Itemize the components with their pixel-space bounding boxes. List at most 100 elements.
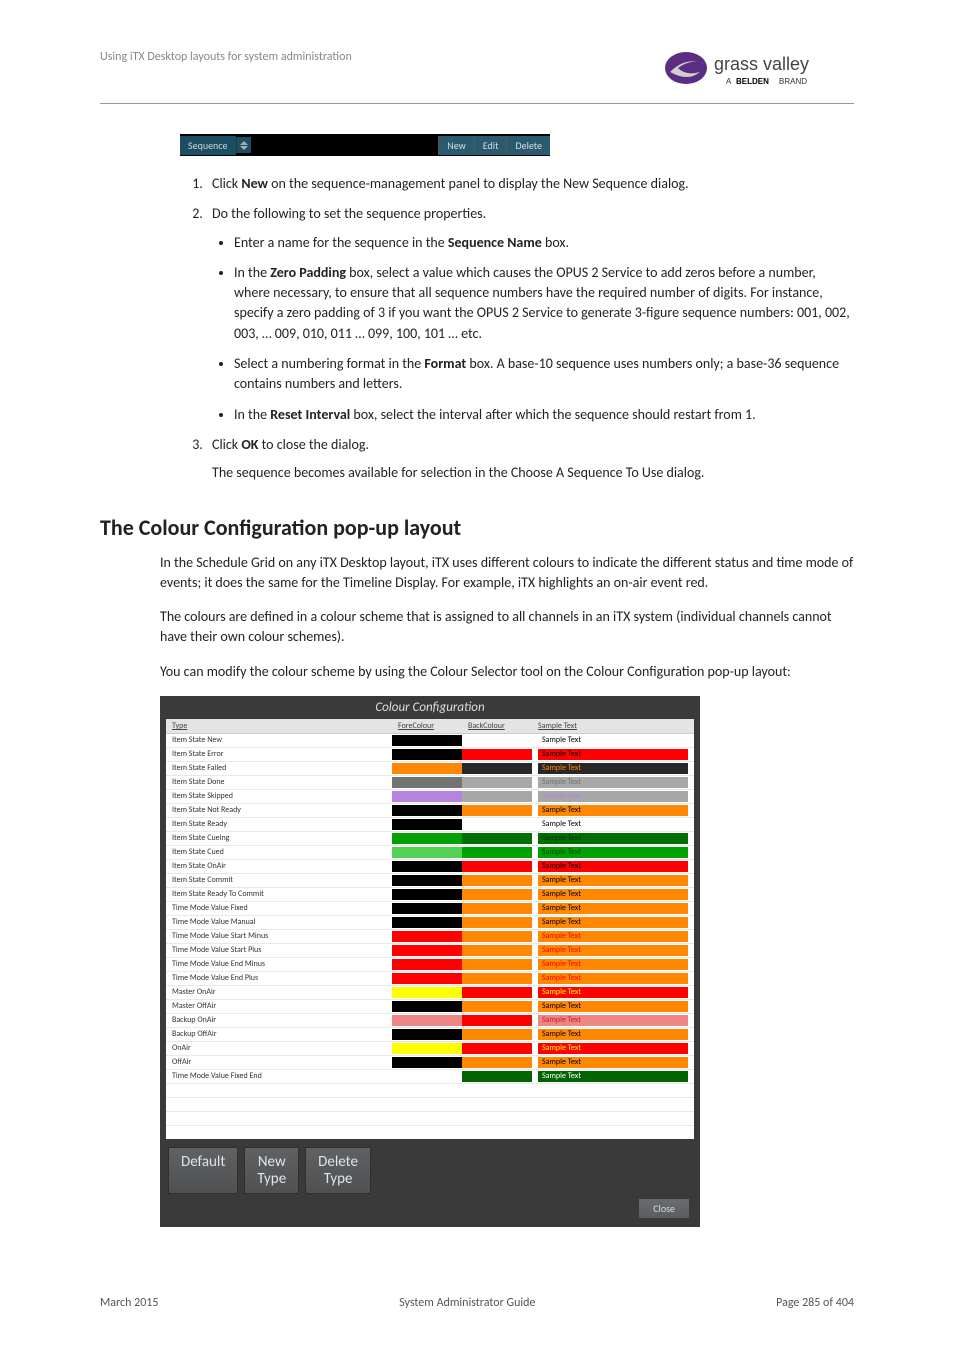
table-row[interactable]: Time Mode Value Fixed EndSample Text [166, 1070, 694, 1084]
sequence-delete-button[interactable]: Delete [506, 136, 550, 155]
row-backcolour[interactable] [462, 1042, 532, 1056]
row-forecolour[interactable] [392, 930, 462, 944]
row-backcolour[interactable] [462, 846, 532, 860]
row-forecolour[interactable] [392, 1042, 462, 1056]
bullet-text: Enter a name for the sequence in the [234, 234, 448, 251]
close-button[interactable]: Close [638, 1198, 690, 1219]
table-row[interactable]: Item State CuedSample Text [166, 846, 694, 860]
row-backcolour[interactable] [462, 832, 532, 846]
table-row[interactable]: Backup OffAirSample Text [166, 1028, 694, 1042]
table-row[interactable]: Item State Ready To CommitSample Text [166, 888, 694, 902]
sequence-label: Sequence [180, 136, 236, 155]
step-text: Do the following to set the sequence pro… [212, 205, 486, 222]
table-row[interactable]: Master OffAirSample Text [166, 1000, 694, 1014]
table-row[interactable]: Time Mode Value End PlusSample Text [166, 972, 694, 986]
steps-list: Click New on the sequence-management pan… [180, 174, 854, 484]
row-forecolour[interactable] [392, 748, 462, 762]
sequence-new-button[interactable]: New [438, 136, 474, 155]
table-row[interactable]: Item State FailedSample Text [166, 762, 694, 776]
table-row[interactable]: Item State Not ReadySample Text [166, 804, 694, 818]
row-sample: Sample Text [532, 776, 694, 790]
row-backcolour[interactable] [462, 916, 532, 930]
row-forecolour[interactable] [392, 804, 462, 818]
table-row[interactable]: Time Mode Value Start MinusSample Text [166, 930, 694, 944]
row-backcolour[interactable] [462, 930, 532, 944]
row-forecolour[interactable] [392, 902, 462, 916]
table-row[interactable]: Item State NewSample Text [166, 734, 694, 748]
row-forecolour[interactable] [392, 958, 462, 972]
row-backcolour[interactable] [462, 804, 532, 818]
row-backcolour[interactable] [462, 790, 532, 804]
table-row[interactable]: Master OnAirSample Text [166, 986, 694, 1000]
row-forecolour[interactable] [392, 846, 462, 860]
row-backcolour[interactable] [462, 1028, 532, 1042]
col-type[interactable]: Type [166, 719, 392, 734]
row-backcolour[interactable] [462, 902, 532, 916]
row-backcolour[interactable] [462, 1014, 532, 1028]
bullet-bold: Zero Padding [270, 264, 346, 281]
sequence-spinner[interactable] [236, 137, 251, 153]
row-backcolour[interactable] [462, 986, 532, 1000]
row-forecolour[interactable] [392, 1070, 462, 1084]
table-row[interactable]: Time Mode Value End MinusSample Text [166, 958, 694, 972]
row-backcolour[interactable] [462, 944, 532, 958]
row-forecolour[interactable] [392, 874, 462, 888]
row-type: Master OffAir [166, 1000, 392, 1014]
row-forecolour[interactable] [392, 832, 462, 846]
table-row[interactable]: Item State DoneSample Text [166, 776, 694, 790]
row-forecolour[interactable] [392, 734, 462, 748]
row-forecolour[interactable] [392, 1056, 462, 1070]
sequence-edit-button[interactable]: Edit [474, 136, 507, 155]
table-row[interactable]: OffAirSample Text [166, 1056, 694, 1070]
row-forecolour[interactable] [392, 860, 462, 874]
table-row[interactable]: Time Mode Value Start PlusSample Text [166, 944, 694, 958]
row-backcolour[interactable] [462, 874, 532, 888]
row-backcolour[interactable] [462, 818, 532, 832]
row-forecolour[interactable] [392, 790, 462, 804]
table-row[interactable]: Time Mode Value FixedSample Text [166, 902, 694, 916]
row-backcolour[interactable] [462, 860, 532, 874]
table-row[interactable]: Item State ErrorSample Text [166, 748, 694, 762]
row-backcolour[interactable] [462, 888, 532, 902]
table-row[interactable]: OnAirSample Text [166, 1042, 694, 1056]
row-backcolour[interactable] [462, 762, 532, 776]
row-forecolour[interactable] [392, 776, 462, 790]
row-sample: Sample Text [532, 734, 694, 748]
row-backcolour[interactable] [462, 958, 532, 972]
delete-type-button[interactable]: Delete Type [305, 1147, 371, 1194]
row-forecolour[interactable] [392, 986, 462, 1000]
row-backcolour[interactable] [462, 1070, 532, 1084]
table-row[interactable]: Item State CueingSample Text [166, 832, 694, 846]
row-forecolour[interactable] [392, 972, 462, 986]
svg-text:A: A [726, 77, 732, 86]
row-forecolour[interactable] [392, 888, 462, 902]
table-row[interactable]: Item State ReadySample Text [166, 818, 694, 832]
new-type-button[interactable]: New Type [244, 1147, 299, 1194]
row-backcolour[interactable] [462, 1000, 532, 1014]
table-row[interactable]: Item State CommitSample Text [166, 874, 694, 888]
table-row[interactable]: Backup OnAirSample Text [166, 1014, 694, 1028]
row-forecolour[interactable] [392, 944, 462, 958]
row-forecolour[interactable] [392, 1000, 462, 1014]
row-backcolour[interactable] [462, 776, 532, 790]
bullet-text: box, select the interval after which the… [350, 406, 755, 423]
row-forecolour[interactable] [392, 818, 462, 832]
table-row[interactable]: Time Mode Value ManualSample Text [166, 916, 694, 930]
row-forecolour[interactable] [392, 916, 462, 930]
col-forecolour[interactable]: ForeColour [392, 719, 462, 734]
table-row[interactable]: Item State OnAirSample Text [166, 860, 694, 874]
row-forecolour[interactable] [392, 1014, 462, 1028]
row-backcolour[interactable] [462, 748, 532, 762]
row-type: OffAir [166, 1056, 392, 1070]
col-sample[interactable]: Sample Text [532, 719, 694, 734]
row-forecolour[interactable] [392, 1028, 462, 1042]
default-button[interactable]: Default [168, 1147, 238, 1194]
col-backcolour[interactable]: BackColour [462, 719, 532, 734]
row-type: Item State Ready [166, 818, 392, 832]
row-backcolour[interactable] [462, 972, 532, 986]
row-sample: Sample Text [532, 986, 694, 1000]
table-row[interactable]: Item State SkippedSample Text [166, 790, 694, 804]
row-backcolour[interactable] [462, 734, 532, 748]
row-backcolour[interactable] [462, 1056, 532, 1070]
row-forecolour[interactable] [392, 762, 462, 776]
